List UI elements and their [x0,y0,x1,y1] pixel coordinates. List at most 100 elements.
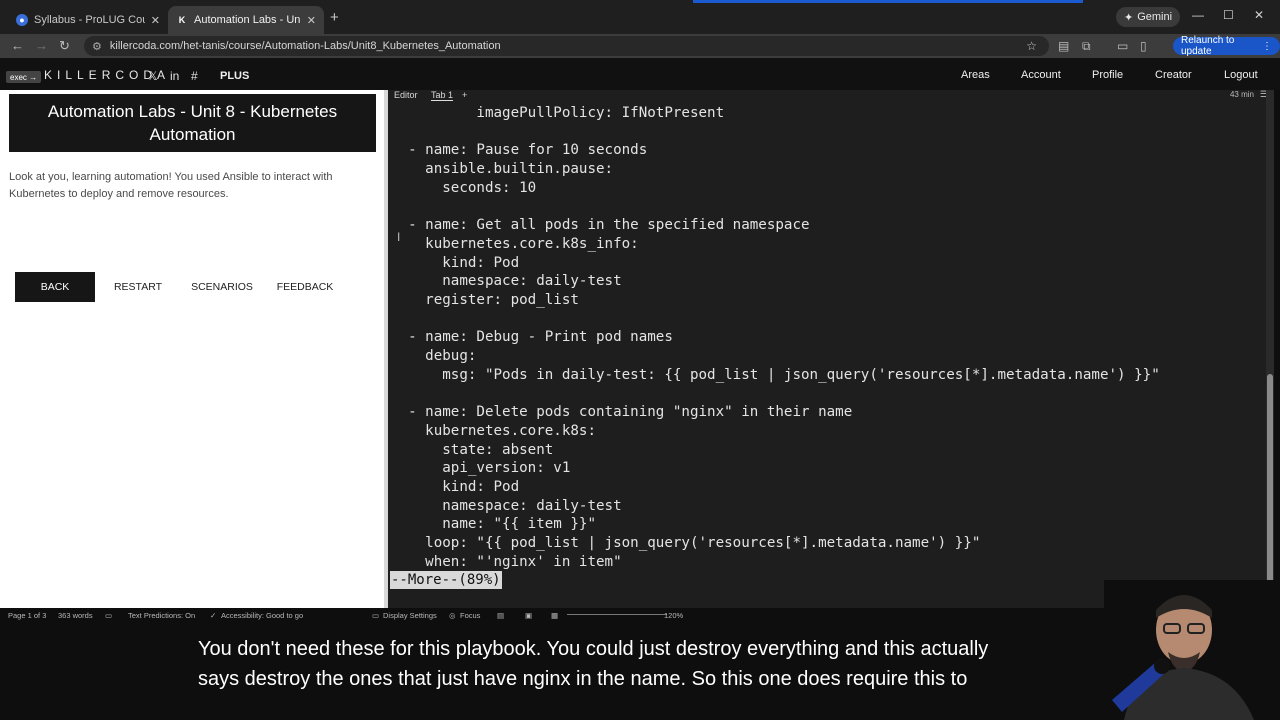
webcam-presenter-image [1104,580,1280,720]
tab-editor[interactable]: Editor [394,90,418,100]
more-vert-icon: ⋮ [1262,40,1272,52]
nav-profile[interactable]: Profile [1092,69,1123,81]
killercoda-header: exec → KILLERCODA 𝕏 in # PLUS Areas Acco… [0,58,1280,90]
plus-link[interactable]: PLUS [220,70,249,82]
tab-title: Syllabus - ProLUG Course Book [34,14,145,26]
accessibility-status[interactable]: Accessibility: Good to go [221,611,303,620]
x-twitter-icon[interactable]: 𝕏 [148,69,158,83]
code-line: - name: Pause for 10 seconds [391,142,648,159]
cast-icon[interactable]: ▭ [1117,39,1128,53]
scrollbar-thumb[interactable] [1267,374,1273,594]
code-line: loop: "{{ pod_list | json_query('resourc… [391,535,981,552]
forward-arrow-icon[interactable]: → [35,38,48,53]
code-line: namespace: daily-test [391,497,622,514]
focus-mode[interactable]: Focus [460,611,480,620]
gemini-button[interactable]: ✦ Gemini [1116,7,1181,27]
terminal-panel[interactable]: Editor Tab 1 + 43 min ☰ I imagePullPolic… [388,89,1274,608]
exec-label: exec [10,72,27,82]
code-line: kind: Pod [391,479,520,496]
gemini-label: Gemini [1137,11,1173,23]
close-icon[interactable]: ✕ [151,14,160,27]
restart-button[interactable]: RESTART [98,272,178,302]
relaunch-label: Relaunch to update [1181,35,1235,57]
code-line: debug: [391,348,477,365]
zoom-slider[interactable] [567,614,667,615]
editor-tabs: Editor Tab 1 + 43 min ☰ [388,89,1274,102]
code-line: ansible.builtin.pause: [391,161,614,178]
back-button[interactable]: BACK [15,272,95,302]
video-caption: You don't need these for this playbook. … [198,634,1098,694]
code-line: - name: Delete pods containing "nginx" i… [391,404,853,421]
caption-line-2: says destroy the ones that just have ngi… [198,668,968,690]
course-panel: Automation Labs - Unit 8 - Kubernetes Au… [0,90,384,608]
sparkle-icon: ✦ [1124,11,1134,24]
code-line: msg: "Pods in daily-test: {{ pod_list | … [391,366,1160,383]
back-arrow-icon[interactable]: ← [11,38,24,53]
slack-icon[interactable]: # [191,69,198,83]
document-icon[interactable]: ▤ [1058,39,1069,53]
zoom-level[interactable]: 120% [664,611,683,620]
word-count: 363 words [58,611,93,620]
add-tab-button[interactable]: + [462,90,467,100]
site-settings-icon[interactable]: ⚙ [92,40,102,53]
address-bar[interactable]: ⚙ killercoda.com/het-tanis/course/Automa… [84,36,1049,56]
terminal-output: imagePullPolicy: IfNotPresent - name: Pa… [391,104,1261,572]
relaunch-button[interactable]: Relaunch to update ⋮ [1173,35,1280,57]
code-line: when: "'nginx' in item" [391,553,622,570]
code-line: imagePullPolicy: IfNotPresent [391,105,725,121]
window-close-icon[interactable]: ✕ [1254,8,1264,22]
tab-title: Automation Labs - Unit 8 - Kub [194,14,301,26]
reload-icon[interactable]: ↻ [59,38,70,54]
tab-syllabus[interactable]: ● Syllabus - ProLUG Course Book ✕ [8,6,168,34]
killercoda-icon: K [178,15,186,25]
code-line: seconds: 10 [391,179,537,196]
exec-badge: exec → [6,71,42,83]
caption-line-1: You don't need these for this playbook. … [198,638,989,660]
code-line: register: pod_list [391,292,579,309]
accessibility-icon: ✓ [210,611,217,620]
screen: ● Syllabus - ProLUG Course Book ✕ K Auto… [0,0,1280,720]
linkedin-icon[interactable]: in [170,69,179,83]
page-count: Page 1 of 3 [8,611,47,620]
book-icon: ▭ [105,611,113,620]
nav-areas[interactable]: Areas [961,69,990,81]
bookmark-star-icon[interactable]: ☆ [1026,39,1037,53]
code-line: kind: Pod [391,254,520,271]
new-tab-button[interactable]: + [330,9,339,26]
nav-creator[interactable]: Creator [1155,69,1192,81]
extensions-icon[interactable]: ⧉ [1082,39,1091,54]
maximize-icon[interactable]: ☐ [1223,8,1234,22]
text-predictions[interactable]: Text Predictions: On [128,611,195,620]
split-icon[interactable]: ▯ [1140,39,1147,53]
course-message: Look at you, learning automation! You us… [9,171,333,200]
web-layout-icon[interactable]: ▦ [551,611,558,620]
document-statusbar: Page 1 of 3 363 words ▭ Text Predictions… [0,608,700,622]
close-icon[interactable]: ✕ [307,14,316,27]
code-line: namespace: daily-test [391,273,622,290]
browser-toolbar: ← → ↻ ⚙ killercoda.com/het-tanis/course/… [0,34,1280,58]
print-layout-icon[interactable]: ▣ [525,611,532,620]
code-line: kubernetes.core.k8s: [391,422,596,439]
tab-tab1[interactable]: Tab 1 [431,90,454,101]
display-icon: ▭ [372,611,380,620]
code-line: name: "{{ item }}" [391,516,596,533]
display-settings[interactable]: Display Settings [383,611,437,620]
code-line: kubernetes.core.k8s_info: [391,235,639,252]
scenarios-button[interactable]: SCENARIOS [182,272,262,302]
code-line: - name: Debug - Print pod names [391,329,673,346]
course-title: Automation Labs - Unit 8 - Kubernetes Au… [9,94,376,152]
browser-tabstrip: ● Syllabus - ProLUG Course Book ✕ K Auto… [0,0,1280,34]
code-line: api_version: v1 [391,460,571,477]
feedback-button[interactable]: FEEDBACK [265,272,345,302]
tab-automation-labs[interactable]: K Automation Labs - Unit 8 - Kub ✕ [168,6,324,34]
read-mode-icon[interactable]: ▤ [497,611,504,620]
focus-icon: ◎ [449,611,456,620]
nav-account[interactable]: Account [1021,69,1061,81]
nav-logout[interactable]: Logout [1224,69,1258,81]
pager-prompt: --More--(89%) [390,571,502,589]
minimize-icon[interactable]: — [1192,8,1204,22]
url-text: killercoda.com/het-tanis/course/Automati… [109,40,501,52]
